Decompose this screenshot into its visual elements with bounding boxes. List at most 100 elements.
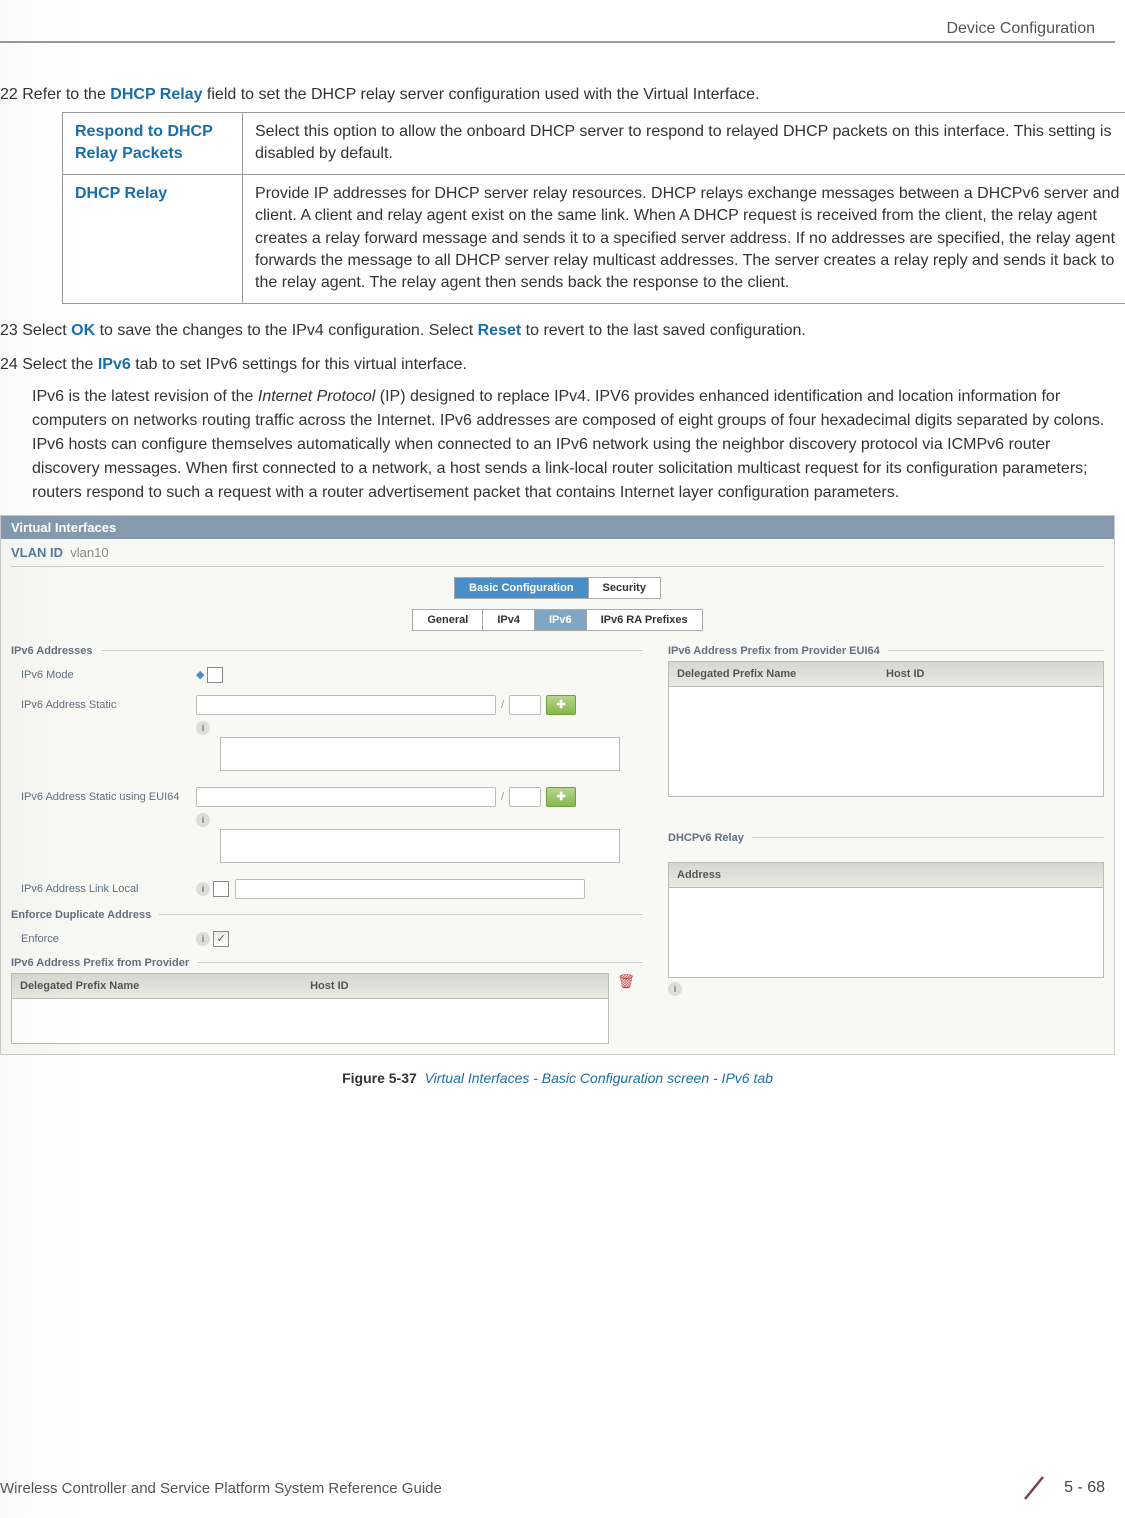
section-prefix-provider: IPv6 Address Prefix from Provider	[11, 957, 643, 969]
tab-security[interactable]: Security	[589, 578, 660, 598]
section-dhcpv6-relay: DHCPv6 Relay	[668, 832, 1104, 844]
row-ipv6-static: IPv6 Address Static / ✚	[11, 689, 643, 721]
label-enforce: Enforce	[21, 933, 196, 945]
tab-row-secondary: General IPv4 IPv6 IPv6 RA Prefixes	[11, 599, 1104, 631]
arrow-icon: ◆	[196, 668, 204, 681]
prefix-table-wrap: Delegated Prefix Name Host ID 🗑	[11, 973, 643, 1044]
tab-group-secondary: General IPv4 IPv6 IPv6 RA Prefixes	[412, 609, 702, 631]
table-label: Respond to DHCP Relay Packets	[63, 113, 243, 175]
info-icon[interactable]: i	[196, 882, 210, 896]
table-row: Respond to DHCP Relay Packets Select thi…	[63, 113, 1125, 175]
screenshot-body: IPv6 Addresses IPv6 Mode ◆ IPv6 Address …	[1, 631, 1114, 1054]
relay-body[interactable]	[668, 888, 1104, 978]
ipv6-eui64-list[interactable]	[220, 829, 620, 863]
step24-prefix: 24 Select the	[0, 356, 98, 373]
ipv6-static-list[interactable]	[220, 737, 620, 771]
table-desc: Provide IP addresses for DHCP server rel…	[243, 174, 1125, 303]
tab-row-primary: Basic Configuration Security	[11, 566, 1104, 599]
ipv6-mode-checkbox[interactable]	[207, 667, 223, 683]
header-section: Device Configuration	[0, 20, 1115, 41]
tab-ipv6[interactable]: IPv6	[535, 610, 587, 630]
ipv6-description: IPv6 is the latest revision of the Inter…	[32, 385, 1115, 505]
step-24: 24 Select the IPv6 tab to set IPv6 setti…	[0, 353, 1115, 377]
label-ipv6-static: IPv6 Address Static	[21, 699, 196, 711]
tab-ipv4[interactable]: IPv4	[483, 610, 535, 630]
step22-bold: DHCP Relay	[110, 86, 202, 103]
ipv6-eui64-prefix[interactable]	[509, 787, 541, 807]
col-host-id: Host ID	[310, 980, 349, 992]
ipv6-text: IPv6	[98, 356, 131, 373]
col-delegated-prefix: Delegated Prefix Name	[677, 668, 886, 680]
ipv6-config-screenshot: Virtual Interfaces VLAN ID vlan10 Basic …	[0, 515, 1115, 1055]
tab-basic-config[interactable]: Basic Configuration	[455, 578, 589, 598]
link-local-checkbox[interactable]	[213, 881, 229, 897]
dhcp-relay-table: Respond to DHCP Relay Packets Select thi…	[62, 112, 1125, 304]
figure-caption: Figure 5-37 Virtual Interfaces - Basic C…	[0, 1070, 1115, 1086]
section-ipv6-addresses: IPv6 Addresses	[11, 645, 643, 657]
dhcpv6-relay-table: Address i	[668, 862, 1104, 996]
reset-text: Reset	[478, 322, 522, 339]
screenshot-left-col: IPv6 Addresses IPv6 Mode ◆ IPv6 Address …	[11, 641, 643, 1044]
step23-mid: to save the changes to the IPv4 configur…	[95, 322, 477, 339]
figure-text: Virtual Interfaces - Basic Configuration…	[425, 1070, 773, 1086]
step23-prefix: 23 Select	[0, 322, 71, 339]
row-ipv6-eui64: IPv6 Address Static using EUI64 / ✚	[11, 781, 643, 813]
page-number: 5 - 68	[1064, 1479, 1105, 1497]
header-rule	[0, 41, 1115, 43]
ipv6-static-prefix[interactable]	[509, 695, 541, 715]
tab-ipv6-ra[interactable]: IPv6 RA Prefixes	[587, 610, 702, 630]
info-icon[interactable]: i	[196, 813, 210, 827]
prefix-eui64-body[interactable]	[668, 687, 1104, 797]
col-address: Address	[677, 869, 886, 881]
label-ipv6-mode: IPv6 Mode	[21, 669, 196, 681]
link-local-input[interactable]	[235, 879, 585, 899]
step-22: 22 Refer to the DHCP Relay field to set …	[0, 83, 1115, 107]
row-ipv6-mode: IPv6 Mode ◆	[11, 661, 643, 689]
listbox-wrap-1: i	[11, 721, 643, 771]
label-ipv6-eui64: IPv6 Address Static using EUI64	[21, 791, 196, 803]
slash-sep: /	[501, 791, 504, 803]
tab-group-primary: Basic Configuration Security	[454, 577, 661, 599]
row-enforce: Enforce i	[11, 925, 643, 953]
relay-header: Address	[668, 862, 1104, 888]
trash-icon[interactable]: 🗑	[609, 973, 643, 990]
col-delegated-prefix: Delegated Prefix Name	[20, 980, 310, 992]
footer-right: 5 - 68	[1019, 1473, 1105, 1503]
ok-text: OK	[71, 322, 95, 339]
col-host-id: Host ID	[886, 668, 925, 680]
info-icon[interactable]: i	[196, 721, 210, 735]
page-footer: Wireless Controller and Service Platform…	[0, 1473, 1125, 1503]
table-row: DHCP Relay Provide IP addresses for DHCP…	[63, 174, 1125, 303]
prefix-table-header: Delegated Prefix Name Host ID	[11, 973, 609, 999]
table-label: DHCP Relay	[63, 174, 243, 303]
table-desc: Select this option to allow the onboard …	[243, 113, 1125, 175]
info-icon[interactable]: i	[196, 932, 210, 946]
slash-sep: /	[501, 699, 504, 711]
prefix-eui64-table: Delegated Prefix Name Host ID	[668, 661, 1104, 797]
info-icon[interactable]: i	[668, 982, 682, 996]
enforce-checkbox[interactable]	[213, 931, 229, 947]
plus-icon: ✚	[556, 698, 565, 711]
ipv6-eui64-input[interactable]	[196, 787, 496, 807]
vlan-id-value: vlan10	[70, 545, 108, 560]
label-ipv6-link-local: IPv6 Address Link Local	[21, 883, 196, 895]
step-23: 23 Select OK to save the changes to the …	[0, 319, 1115, 343]
footer-slash-icon	[1019, 1473, 1049, 1503]
figure-label: Figure 5-37	[342, 1070, 417, 1086]
prefix-eui64-header: Delegated Prefix Name Host ID	[668, 661, 1104, 687]
relay-info-wrap: i	[668, 982, 1104, 996]
vlan-id-row: VLAN ID vlan10	[1, 539, 1114, 566]
section-prefix-eui64: IPv6 Address Prefix from Provider EUI64	[668, 645, 1104, 657]
prefix-table-body[interactable]	[11, 999, 609, 1044]
add-button[interactable]: ✚	[546, 695, 576, 715]
section-enforce-dup: Enforce Duplicate Address	[11, 909, 643, 921]
tab-general[interactable]: General	[413, 610, 483, 630]
step23-suffix: to revert to the last saved configuratio…	[521, 322, 806, 339]
footer-guide-title: Wireless Controller and Service Platform…	[0, 1480, 442, 1497]
prefix-table: Delegated Prefix Name Host ID	[11, 973, 609, 1044]
add-button[interactable]: ✚	[546, 787, 576, 807]
row-ipv6-link-local: IPv6 Address Link Local i	[11, 873, 643, 905]
listbox-wrap-2: i	[11, 813, 643, 863]
screenshot-title: Virtual Interfaces	[1, 516, 1114, 539]
ipv6-static-input[interactable]	[196, 695, 496, 715]
